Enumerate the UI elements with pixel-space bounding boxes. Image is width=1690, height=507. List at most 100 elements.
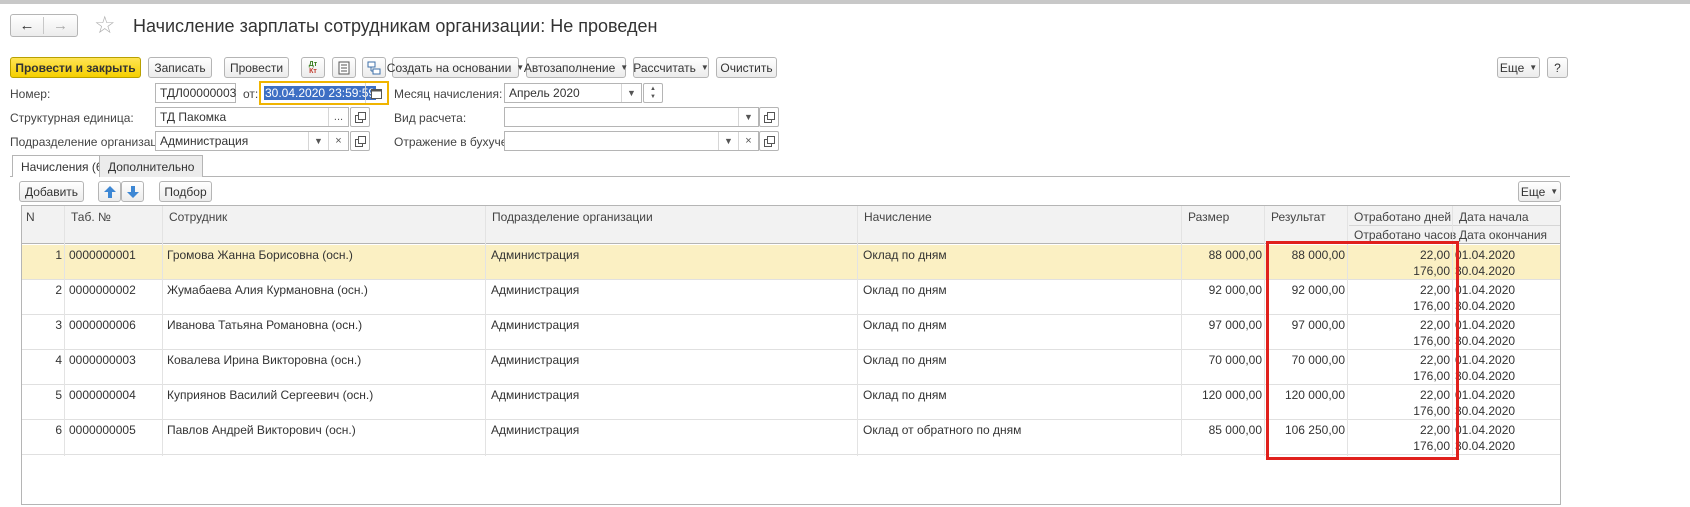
cell-tab-number[interactable]: 0000000004 bbox=[69, 388, 136, 402]
col-days-worked[interactable]: Отработано дней bbox=[1350, 210, 1451, 224]
calendar-icon[interactable] bbox=[365, 83, 387, 103]
cell-size[interactable]: 120 000,00 bbox=[1182, 388, 1262, 402]
cell-department[interactable]: Администрация bbox=[491, 248, 579, 262]
cell-start-date[interactable]: 01.04.2020 bbox=[1455, 283, 1515, 297]
favorite-star-icon[interactable]: ☆ bbox=[94, 11, 116, 40]
cell-start-date[interactable]: 01.04.2020 bbox=[1455, 353, 1515, 367]
open-link-icon[interactable] bbox=[350, 107, 370, 127]
accounting-field[interactable]: ▼ × bbox=[504, 131, 759, 151]
calc-type-field[interactable]: ▼ bbox=[504, 107, 759, 127]
cell-tab-number[interactable]: 0000000002 bbox=[69, 283, 136, 297]
calculate-dropdown[interactable]: Рассчитать ▼ bbox=[633, 57, 709, 78]
back-arrow-icon[interactable]: ← bbox=[11, 17, 45, 34]
dropdown-arrow-icon[interactable]: ▼ bbox=[718, 132, 738, 150]
move-up-button[interactable] bbox=[98, 181, 121, 202]
cell-accrual[interactable]: Оклад по дням bbox=[863, 353, 947, 367]
cell-n[interactable]: 2 bbox=[22, 283, 62, 297]
cell-employee[interactable]: Павлов Андрей Викторович (осн.) bbox=[167, 423, 356, 437]
structural-unit-field[interactable]: ТД Пакомка ... bbox=[155, 107, 349, 127]
col-start-date[interactable]: Дата начала bbox=[1455, 210, 1529, 224]
col-tab-number[interactable]: Таб. № bbox=[67, 210, 111, 224]
more-dropdown[interactable]: Еще ▼ bbox=[1497, 57, 1540, 78]
ellipsis-select-icon[interactable]: ... bbox=[328, 108, 348, 126]
date-field[interactable]: 30.04.2020 23:59:59 bbox=[259, 81, 389, 105]
clear-x-icon[interactable]: × bbox=[738, 132, 758, 150]
cell-tab-number[interactable]: 0000000006 bbox=[69, 318, 136, 332]
grid-more-dropdown[interactable]: Еще ▼ bbox=[1518, 181, 1561, 202]
cell-n[interactable]: 6 bbox=[22, 423, 62, 437]
dropdown-arrow-icon[interactable]: ▼ bbox=[621, 84, 641, 102]
cell-tab-number[interactable]: 0000000003 bbox=[69, 353, 136, 367]
clear-x-icon[interactable]: × bbox=[328, 132, 348, 150]
cell-size[interactable]: 88 000,00 bbox=[1182, 248, 1262, 262]
cell-employee[interactable]: Жумабаева Алия Курмановна (осн.) bbox=[167, 283, 368, 297]
col-end-date[interactable]: Дата окончания bbox=[1455, 228, 1547, 242]
cell-accrual[interactable]: Оклад по дням bbox=[863, 283, 947, 297]
add-button[interactable]: Добавить bbox=[19, 181, 84, 202]
cell-size[interactable]: 70 000,00 bbox=[1182, 353, 1262, 367]
structure-button[interactable] bbox=[362, 57, 386, 78]
help-button[interactable]: ? bbox=[1547, 57, 1568, 78]
accrual-month-field[interactable]: Апрель 2020 ▼ bbox=[504, 83, 642, 103]
post-button[interactable]: Провести bbox=[224, 57, 289, 78]
create-based-on-dropdown[interactable]: Создать на основании ▼ bbox=[387, 57, 524, 78]
cell-start-date[interactable]: 01.04.2020 bbox=[1455, 248, 1515, 262]
cell-employee[interactable]: Ковалева Ирина Викторовна (осн.) bbox=[167, 353, 361, 367]
col-result[interactable]: Результат bbox=[1267, 210, 1326, 224]
cell-n[interactable]: 5 bbox=[22, 388, 62, 402]
open-link-icon[interactable] bbox=[759, 107, 779, 127]
tab-additional[interactable]: Дополнительно bbox=[99, 155, 204, 177]
cell-end-date[interactable]: 30.04.2020 bbox=[1455, 334, 1515, 348]
autofill-dropdown[interactable]: Автозаполнение ▼ bbox=[524, 57, 628, 78]
cell-accrual[interactable]: Оклад по дням bbox=[863, 388, 947, 402]
cell-n[interactable]: 4 bbox=[22, 353, 62, 367]
cell-tab-number[interactable]: 0000000005 bbox=[69, 423, 136, 437]
number-field[interactable]: ТДЛ00000003 bbox=[155, 83, 236, 103]
cell-employee[interactable]: Куприянов Василий Сергеевич (осн.) bbox=[167, 388, 373, 402]
forward-arrow-icon[interactable]: → bbox=[44, 17, 77, 34]
month-stepper[interactable]: ▲ ▼ bbox=[643, 83, 663, 103]
cell-start-date[interactable]: 01.04.2020 bbox=[1455, 423, 1515, 437]
cell-start-date[interactable]: 01.04.2020 bbox=[1455, 318, 1515, 332]
cell-end-date[interactable]: 30.04.2020 bbox=[1455, 299, 1515, 313]
cell-accrual[interactable]: Оклад по дням bbox=[863, 248, 947, 262]
cell-department[interactable]: Администрация bbox=[491, 388, 579, 402]
cell-employee[interactable]: Громова Жанна Борисовна (осн.) bbox=[167, 248, 353, 262]
dropdown-arrow-icon[interactable]: ▼ bbox=[738, 108, 758, 126]
cell-size[interactable]: 85 000,00 bbox=[1182, 423, 1262, 437]
department-field[interactable]: Администрация ▼ × bbox=[155, 131, 349, 151]
clear-button[interactable]: Очистить bbox=[716, 57, 777, 78]
cell-n[interactable]: 1 bbox=[22, 248, 62, 262]
cell-n[interactable]: 3 bbox=[22, 318, 62, 332]
cell-accrual[interactable]: Оклад по дням bbox=[863, 318, 947, 332]
cell-employee[interactable]: Иванова Татьяна Романовна (осн.) bbox=[167, 318, 362, 332]
cell-department[interactable]: Администрация bbox=[491, 423, 579, 437]
cell-tab-number[interactable]: 0000000001 bbox=[69, 248, 136, 262]
select-button[interactable]: Подбор bbox=[159, 181, 212, 202]
cell-department[interactable]: Администрация bbox=[491, 353, 579, 367]
cell-department[interactable]: Администрация bbox=[491, 318, 579, 332]
report-button[interactable] bbox=[332, 57, 356, 78]
post-and-close-button[interactable]: Провести и закрыть bbox=[10, 57, 141, 78]
col-employee[interactable]: Сотрудник bbox=[165, 210, 227, 224]
cell-end-date[interactable]: 30.04.2020 bbox=[1455, 264, 1515, 278]
cell-accrual[interactable]: Оклад от обратного по дням bbox=[863, 423, 1021, 437]
cell-department[interactable]: Администрация bbox=[491, 283, 579, 297]
cell-start-date[interactable]: 01.04.2020 bbox=[1455, 388, 1515, 402]
dropdown-arrow-icon[interactable]: ▼ bbox=[308, 132, 328, 150]
save-button[interactable]: Записать bbox=[148, 57, 212, 78]
cell-size[interactable]: 92 000,00 bbox=[1182, 283, 1262, 297]
open-link-icon[interactable] bbox=[759, 131, 779, 151]
cell-end-date[interactable]: 30.04.2020 bbox=[1455, 369, 1515, 383]
col-n[interactable]: N bbox=[22, 210, 35, 224]
open-link-icon[interactable] bbox=[350, 131, 370, 151]
dt-kt-button[interactable]: Дт Кт bbox=[301, 57, 325, 78]
col-department[interactable]: Подразделение организации bbox=[488, 210, 653, 224]
cell-size[interactable]: 97 000,00 bbox=[1182, 318, 1262, 332]
col-hours-worked[interactable]: Отработано часов bbox=[1350, 228, 1456, 242]
col-accrual[interactable]: Начисление bbox=[860, 210, 932, 224]
cell-end-date[interactable]: 30.04.2020 bbox=[1455, 439, 1515, 453]
cell-end-date[interactable]: 30.04.2020 bbox=[1455, 404, 1515, 418]
col-size[interactable]: Размер bbox=[1184, 210, 1229, 224]
move-down-button[interactable] bbox=[121, 181, 144, 202]
